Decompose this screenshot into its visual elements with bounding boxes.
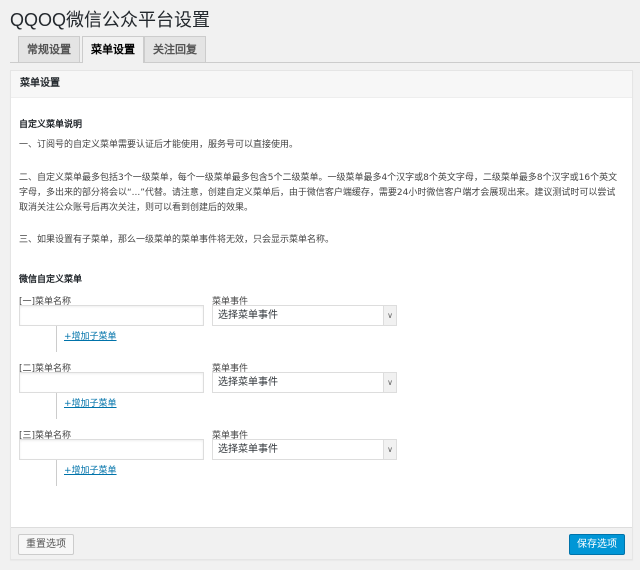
chevron-down-icon: ∨: [383, 440, 396, 459]
menu-event-value: 选择菜单事件: [218, 310, 278, 321]
save-button[interactable]: 保存选项: [569, 534, 625, 555]
tab-bar: 常规设置 菜单设置 关注回复: [10, 36, 640, 63]
desc-paragraph-1: 一、订阅号的自定义菜单需要认证后才能使用，服务号可以直接使用。: [19, 140, 299, 150]
add-submenu-link[interactable]: +增加子菜单: [64, 396, 117, 409]
menu-event-select[interactable]: 选择菜单事件 ∨: [212, 372, 397, 393]
add-submenu-link[interactable]: +增加子菜单: [64, 463, 117, 476]
menu-event-select[interactable]: 选择菜单事件 ∨: [212, 305, 397, 326]
chevron-down-icon: ∨: [383, 373, 396, 392]
menu-name-input[interactable]: [19, 372, 204, 393]
menu-name-input[interactable]: [19, 305, 204, 326]
sub-menu-divider: [56, 460, 57, 486]
sub-menu-divider: [56, 326, 57, 352]
menu-event-value: 选择菜单事件: [218, 377, 278, 388]
tab-general[interactable]: 常规设置: [18, 36, 80, 62]
menu-event-value: 选择菜单事件: [218, 444, 278, 455]
menu-event-select[interactable]: 选择菜单事件 ∨: [212, 439, 397, 460]
tab-menu[interactable]: 菜单设置: [82, 36, 144, 63]
desc-paragraph-2: 二、自定义菜单最多包括3个一级菜单，每个一级菜单最多包含5个二级菜单。一级菜单最…: [19, 173, 618, 213]
menu-heading: 微信自定义菜单: [19, 275, 83, 285]
reset-button[interactable]: 重置选项: [18, 534, 74, 555]
sub-menu-divider: [56, 393, 57, 419]
page-title: QQOQ微信公众平台设置: [10, 10, 211, 30]
settings-panel: 菜单设置 自定义菜单说明 一、订阅号的自定义菜单需要认证后才能使用，服务号可以直…: [10, 70, 633, 560]
menu-name-input[interactable]: [19, 439, 204, 460]
footer: 重置选项 保存选项: [11, 527, 632, 559]
add-submenu-link[interactable]: +增加子菜单: [64, 329, 117, 342]
tab-follow-reply[interactable]: 关注回复: [144, 36, 206, 62]
desc-heading: 自定义菜单说明: [19, 120, 83, 130]
panel-title: 菜单设置: [11, 71, 632, 98]
chevron-down-icon: ∨: [383, 306, 396, 325]
desc-paragraph-3: 三、如果设置有子菜单，那么一级菜单的菜单事件将无效，只会显示菜单名称。: [19, 235, 335, 245]
